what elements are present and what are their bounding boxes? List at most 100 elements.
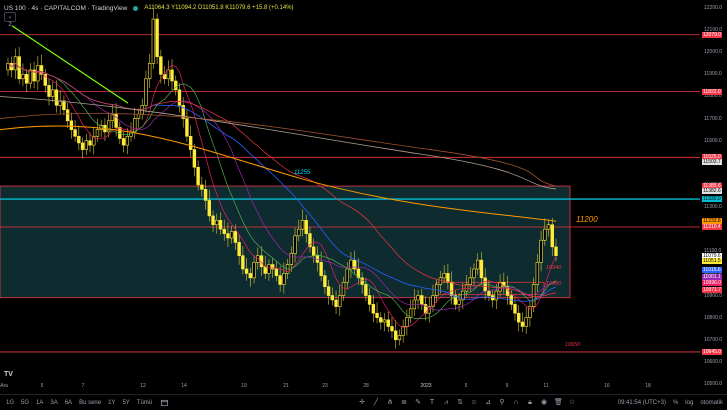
candle-body <box>77 135 81 144</box>
zoom-icon[interactable]: ⚲ <box>498 399 506 407</box>
range-ytd[interactable]: Bu sene <box>79 400 101 406</box>
measure-icon[interactable]: ⊿ <box>484 399 492 407</box>
percent-toggle[interactable]: % <box>673 400 678 406</box>
candle-body <box>282 273 286 285</box>
candle-body <box>420 295 424 305</box>
candle-body <box>494 290 499 301</box>
candle-body <box>84 140 88 150</box>
price-badge: 11382.6 <box>702 188 722 195</box>
candle-body <box>394 330 398 341</box>
fib-icon[interactable]: ≣ <box>400 399 408 407</box>
candle-body <box>170 69 174 82</box>
candle-body <box>520 321 525 327</box>
candle-body <box>554 246 558 257</box>
tradingview-logo[interactable]: TV <box>4 371 13 378</box>
candle-body <box>289 253 294 265</box>
magnet-icon[interactable]: ∩ <box>512 399 520 407</box>
indicator-collapse-button[interactable]: ⌄ 2 <box>4 12 16 28</box>
candle-body <box>65 109 70 122</box>
candle-body <box>546 224 551 230</box>
range-1y[interactable]: 1Y <box>108 400 115 406</box>
price-badge: 11015.6 <box>702 266 722 273</box>
crosshair-icon[interactable]: ✛ <box>358 399 366 407</box>
symbol-label[interactable]: US 100 · 4s · CAPITALCOM · TradingView <box>4 5 127 12</box>
calendar-icon[interactable] <box>161 399 169 406</box>
bottom-toolbar: 1G 5G 1A 3A 6A Bu sene 1Y 5Y Tümü ✛ ╱ ⋔ … <box>0 394 727 410</box>
candle-body <box>62 100 66 111</box>
candle-body <box>222 228 226 234</box>
lock-icon[interactable]: 🔒︎ <box>526 399 534 407</box>
time-tick: 28 <box>363 383 369 389</box>
icons-tool-icon[interactable]: ☺ <box>470 399 478 407</box>
forecast-icon[interactable]: ⇅ <box>456 399 464 407</box>
price-tick: 11700.0 <box>704 115 722 122</box>
candle-body <box>401 326 405 336</box>
price-badge: 11210.4 <box>702 223 722 230</box>
price-axis[interactable]: 12200.0 12100.0 12000.0 11900.0 11800.0 11700… <box>700 0 727 392</box>
candle-body <box>531 284 536 307</box>
price-badge: 11822.0 <box>702 88 722 95</box>
candle-body <box>95 129 100 137</box>
trendline-icon[interactable]: ╱ <box>372 399 380 407</box>
candle-body <box>248 273 253 279</box>
range-1d[interactable]: 1G <box>6 400 14 406</box>
price-tick: 10900.0 <box>704 292 723 299</box>
candle-body <box>125 135 129 146</box>
candle-body <box>24 74 29 84</box>
candle-body <box>334 299 338 307</box>
candle-body <box>438 277 443 285</box>
trash-icon[interactable]: 🗑︎ <box>554 399 563 407</box>
candle-body <box>487 290 491 296</box>
pitchfork-icon[interactable]: ⋔ <box>386 399 394 407</box>
candle-body <box>326 286 331 296</box>
candle-body <box>140 105 144 115</box>
range-6m[interactable]: 6A <box>65 400 72 406</box>
favorite-icon[interactable]: ☆ <box>568 399 576 407</box>
candle-body <box>69 120 74 130</box>
annotation-11200: 11200 <box>576 215 598 224</box>
range-3m[interactable]: 3A <box>50 400 57 406</box>
range-all[interactable]: Tümü <box>137 400 152 406</box>
candle-body <box>416 295 420 301</box>
brush-icon[interactable]: ✎ <box>414 399 422 407</box>
candle-body <box>147 62 152 80</box>
candle-body <box>513 304 517 314</box>
price-tick: 10600.0 <box>704 358 723 365</box>
clock-readout[interactable]: 09:41:54 (UTC+3) <box>618 400 666 406</box>
candle-body <box>539 239 543 263</box>
auto-toggle[interactable]: otomatik <box>700 400 723 406</box>
market-status-dot <box>133 5 139 11</box>
text-icon[interactable]: T <box>428 399 436 407</box>
candle-body <box>297 228 301 237</box>
annotation-11255: 11255 <box>294 170 311 176</box>
range-5d[interactable]: 5G <box>21 400 29 406</box>
time-tick: 23 <box>322 383 328 389</box>
price-tick: 11600.0 <box>704 137 722 144</box>
candle-body <box>311 246 316 257</box>
candle-body <box>472 268 476 279</box>
candle-body <box>330 295 335 301</box>
candle-body <box>550 224 554 248</box>
candle-body <box>233 231 238 243</box>
price-tick: 10800.0 <box>704 314 723 321</box>
candle-body <box>200 184 204 190</box>
annotation-10850: 10850 <box>546 281 562 287</box>
price-badge: 10996.0 <box>702 280 723 287</box>
candle-body <box>263 266 267 274</box>
candle-body <box>479 259 484 279</box>
time-tick: 12 <box>140 383 146 389</box>
candle-body <box>28 69 33 84</box>
candle-body <box>390 326 394 332</box>
range-5y[interactable]: 5Y <box>122 400 129 406</box>
candle-body <box>188 135 193 150</box>
price-badge: 11503.7 <box>702 159 722 166</box>
price-chart[interactable] <box>0 0 727 409</box>
candle-body <box>524 317 528 327</box>
pattern-icon[interactable]: ⩘ <box>442 399 450 407</box>
range-1m[interactable]: 1A <box>36 400 43 406</box>
time-tick: 14 <box>181 383 187 389</box>
candle-body <box>166 69 170 80</box>
log-toggle[interactable]: log <box>685 400 693 406</box>
price-tick: 12000.0 <box>704 49 723 56</box>
eye-icon[interactable]: ◉ <box>540 399 548 407</box>
